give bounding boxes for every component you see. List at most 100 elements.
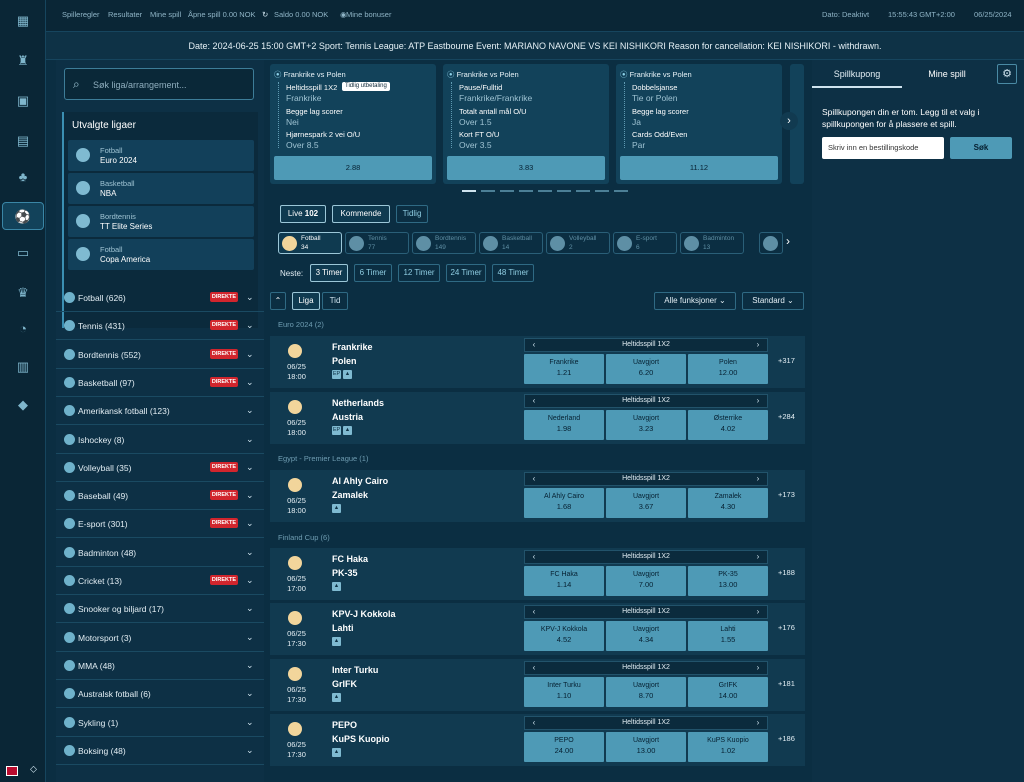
odds-button[interactable]: Polen 12.00 xyxy=(688,354,768,384)
next-option[interactable]: 24 Timer xyxy=(446,264,486,282)
filter-dropdown[interactable]: Alle funksjoner ⌄ xyxy=(654,292,736,310)
next-option[interactable]: 3 Timer xyxy=(310,264,348,282)
cards-icon[interactable]: ▤ xyxy=(13,132,33,150)
sidebar-sport-item[interactable]: Volleyball (35) DIREKTE ⌄ xyxy=(56,454,264,482)
sport-tab[interactable]: Badminton 13 xyxy=(680,232,744,254)
tab-spillkupong[interactable]: Spillkupong xyxy=(812,60,902,88)
odds-button[interactable]: PEPO 24.00 xyxy=(524,732,604,762)
bet-builder-card[interactable]: ⦿ Frankrike vs Polen Heltidsspill 1X2 Fran… xyxy=(270,64,436,184)
sportsbook-icon[interactable]: ⚽ xyxy=(2,202,44,230)
more-markets-link[interactable]: +284 xyxy=(778,412,795,421)
market-selector[interactable]: ‹ Heltidsspill 1X2 › xyxy=(524,394,768,408)
odds-button[interactable]: 11.12 xyxy=(620,156,778,180)
chevron-left-icon[interactable]: ‹ xyxy=(527,395,541,407)
bet-builder-card[interactable]: ⦿ Frankrike vs Polen Dobbelsjanse Tie or P… xyxy=(616,64,782,184)
sidebar-sport-item[interactable]: Snooker og biljard (17) ⌄ xyxy=(56,595,264,624)
carousel-dot[interactable] xyxy=(557,190,571,192)
more-markets-link[interactable]: +188 xyxy=(778,568,795,577)
chevron-down-icon[interactable]: ⌄ xyxy=(246,575,254,586)
market-selector[interactable]: ‹ Heltidsspill 1X2 › xyxy=(524,661,768,675)
tab-kommende[interactable]: Kommende xyxy=(332,205,390,223)
odds-button[interactable]: 2.88 xyxy=(274,156,432,180)
sport-tab[interactable]: Basketball 14 xyxy=(479,232,543,254)
odds-button[interactable]: Nederland 1.98 xyxy=(524,410,604,440)
market-selector[interactable]: ‹ Heltidsspill 1X2 › xyxy=(524,550,768,564)
sort-dropdown[interactable]: Standard ⌄ xyxy=(742,292,804,310)
chevron-left-icon[interactable]: ‹ xyxy=(527,339,541,351)
liga-toggle[interactable]: Liga xyxy=(292,292,320,310)
chevron-left-icon[interactable]: ‹ xyxy=(527,717,541,729)
sport-tab[interactable]: Tennis 77 xyxy=(345,232,409,254)
sidebar-sport-item[interactable]: Badminton (48) ⌄ xyxy=(56,539,264,567)
featured-league-item[interactable]: Fotball Copa America xyxy=(68,239,254,270)
sport-tab[interactable]: E-sport 6 xyxy=(613,232,677,254)
chevron-down-icon[interactable]: ⌄ xyxy=(246,688,254,699)
more-markets-link[interactable]: +181 xyxy=(778,679,795,688)
league-group-header[interactable]: Finland Cup (6) xyxy=(270,531,805,545)
event-row[interactable]: 06/25 18:00 Frankrike Polen EP ▲ ‹ Heltidsspill… xyxy=(270,336,805,388)
odds-button[interactable]: Uavgjort 6.20 xyxy=(606,354,686,384)
chevron-right-icon[interactable]: › xyxy=(780,112,798,130)
settings-gear-icon[interactable]: ⚙ xyxy=(997,64,1017,84)
sport-tab[interactable]: Bordtennis 149 xyxy=(412,232,476,254)
odds-button[interactable]: 3.83 xyxy=(447,156,605,180)
sport-tab[interactable]: Volleyball 2 xyxy=(546,232,610,254)
market-selector[interactable]: ‹ Heltidsspill 1X2 › xyxy=(524,716,768,730)
next-option[interactable]: 12 Timer xyxy=(398,264,440,282)
featured-league-item[interactable]: Fotball Euro 2024 xyxy=(68,140,254,171)
event-row[interactable]: 06/25 17:30 Inter Turku GrIFK ▲ ‹ Heltidsspill… xyxy=(270,659,805,711)
chevron-down-icon[interactable]: ⌄ xyxy=(246,462,254,473)
chevron-left-icon[interactable]: ‹ xyxy=(527,606,541,618)
chevron-right-icon[interactable]: › xyxy=(751,395,765,407)
booking-code-input[interactable]: Skriv inn en bestillingskode xyxy=(822,137,944,159)
odds-button[interactable]: Uavgjort 4.34 xyxy=(606,621,686,651)
odds-button[interactable]: Uavgjort 8.70 xyxy=(606,677,686,707)
odds-button[interactable]: Uavgjort 3.23 xyxy=(606,410,686,440)
chevron-left-icon[interactable]: ‹ xyxy=(527,551,541,563)
odds-button[interactable]: FC Haka 1.14 xyxy=(524,566,604,596)
chevron-down-icon[interactable]: ⌄ xyxy=(246,603,254,614)
odds-button[interactable]: Inter Turku 1.10 xyxy=(524,677,604,707)
bet-builder-card[interactable]: ⦿ Frankrike vs Polen Pause/Fulltid Frankri… xyxy=(443,64,609,184)
diamond-icon[interactable]: ◆ xyxy=(13,396,33,414)
sidebar-sport-item[interactable]: Fotball (626) DIREKTE ⌄ xyxy=(56,284,264,312)
chevron-down-icon[interactable]: ⌄ xyxy=(246,745,254,756)
chevron-right-icon[interactable]: › xyxy=(751,662,765,674)
market-selector[interactable]: ‹ Heltidsspill 1X2 › xyxy=(524,605,768,619)
carousel-dot[interactable] xyxy=(462,190,476,192)
chevron-left-icon[interactable]: ‹ xyxy=(527,662,541,674)
odds-button[interactable]: PK-35 13.00 xyxy=(688,566,768,596)
chevron-left-icon[interactable]: ‹ xyxy=(527,473,541,485)
casino-icon[interactable]: ▦ xyxy=(13,12,33,30)
more-markets-link[interactable]: +173 xyxy=(778,490,795,499)
league-group-header[interactable]: Egypt - Premier League (1) xyxy=(270,452,805,466)
next-option[interactable]: 48 Timer xyxy=(492,264,534,282)
more-markets-link[interactable]: +317 xyxy=(778,356,795,365)
my-bets-link[interactable]: Mine spill xyxy=(150,10,181,19)
slot-machine-icon[interactable]: ▣ xyxy=(13,92,33,110)
wave-icon[interactable]: ◔ xyxy=(13,320,33,338)
support-icon[interactable]: ⬦ xyxy=(30,764,37,775)
more-markets-link[interactable]: +186 xyxy=(778,734,795,743)
bonuses-link[interactable]: Mine bonuser xyxy=(346,10,391,19)
chevron-down-icon[interactable]: ⌄ xyxy=(246,320,254,331)
odds-button[interactable]: Uavgjort 3.67 xyxy=(606,488,686,518)
sidebar-sport-item[interactable]: Sykling (1) ⌄ xyxy=(56,709,264,737)
chevron-down-icon[interactable]: ⌄ xyxy=(246,405,254,416)
event-row[interactable]: 06/25 17:30 PEPO KuPS Kuopio ▲ ‹ Heltidsspill … xyxy=(270,714,805,766)
next-option[interactable]: 6 Timer xyxy=(354,264,392,282)
league-group-header[interactable]: Euro 2024 (2) xyxy=(270,318,805,332)
clover-icon[interactable]: ♣ xyxy=(13,168,33,186)
featured-league-item[interactable]: Bordtennis TT Elite Series xyxy=(68,206,254,237)
chevron-down-icon[interactable]: ⌄ xyxy=(246,377,254,388)
odds-button[interactable]: Uavgjort 13.00 xyxy=(606,732,686,762)
chevron-right-icon[interactable]: › xyxy=(786,234,790,248)
sport-tab[interactable]: Fotball 34 xyxy=(278,232,342,254)
norway-flag-icon[interactable] xyxy=(6,766,18,776)
chevron-down-icon[interactable]: ⌄ xyxy=(246,632,254,643)
odds-button[interactable]: KuPS Kuopio 1.02 xyxy=(688,732,768,762)
refresh-icon[interactable]: ↻ xyxy=(262,10,268,19)
chevron-down-icon[interactable]: ⌄ xyxy=(246,349,254,360)
carousel-dot[interactable] xyxy=(595,190,609,192)
odds-button[interactable]: Uavgjort 7.00 xyxy=(606,566,686,596)
